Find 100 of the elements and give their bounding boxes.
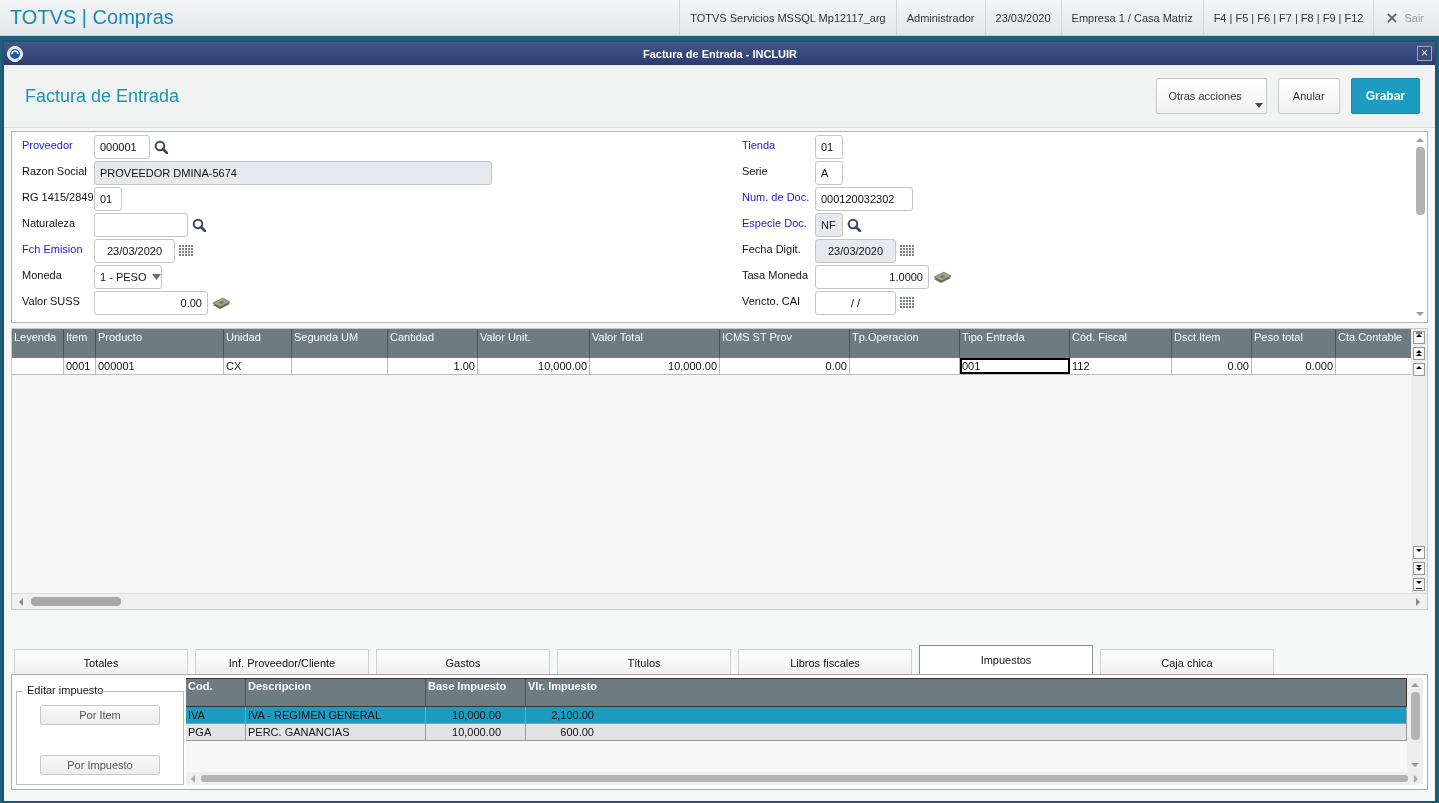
column-header[interactable]: Base Impuesto: [426, 679, 526, 706]
actions-menu-button[interactable]: Otras acciones: [1156, 78, 1267, 114]
tab[interactable]: Caja chica: [1100, 649, 1274, 674]
text-field[interactable]: 01: [94, 187, 122, 211]
scroll-thumb[interactable]: [1415, 147, 1425, 215]
field-label: Tasa Moneda: [742, 268, 810, 281]
left-arrow-icon[interactable]: [189, 773, 197, 784]
status-item: Administrador: [895, 0, 985, 35]
scroll-up-button[interactable]: [1413, 347, 1425, 360]
right-arrow-icon[interactable]: [1414, 596, 1422, 607]
column-header[interactable]: Vlr. Impuesto: [526, 679, 1406, 706]
tab[interactable]: Gastos: [376, 649, 550, 674]
table-cell: IVA: [186, 707, 246, 723]
field-label: Valor SUSS: [22, 294, 81, 307]
tab[interactable]: Impuestos: [919, 645, 1093, 674]
left-arrow-icon[interactable]: [17, 596, 25, 607]
table-row[interactable]: PGA PERC. GANANCIAS 10,000.00 600.00: [186, 724, 1407, 741]
tab[interactable]: Inf. Proveedor/Cliente: [195, 649, 369, 674]
money-icon[interactable]: [212, 296, 231, 310]
table-cell[interactable]: 0.00: [1172, 358, 1252, 374]
page-title: Factura de Entrada: [25, 85, 180, 107]
down-arrow-icon[interactable]: [1410, 761, 1420, 769]
date-field[interactable]: 23/03/2020: [94, 239, 175, 263]
tab[interactable]: Títulos: [557, 649, 731, 674]
scroll-up-button[interactable]: [1413, 363, 1425, 376]
tab[interactable]: Libros fiscales: [738, 649, 912, 674]
date-field[interactable]: / /: [815, 291, 896, 315]
money-icon[interactable]: [933, 270, 952, 284]
cancel-button[interactable]: Anular: [1277, 78, 1340, 114]
scrollbar[interactable]: [186, 772, 1423, 785]
lookup-field[interactable]: [94, 213, 188, 237]
field-label: Proveedor: [22, 138, 74, 151]
caret-icon: [152, 274, 162, 280]
search-icon[interactable]: [154, 140, 168, 154]
tab[interactable]: Totales: [14, 649, 188, 674]
table-cell[interactable]: 0001: [64, 358, 96, 374]
search-icon[interactable]: [847, 218, 861, 232]
close-button[interactable]: ×: [1417, 46, 1432, 61]
date-field[interactable]: 23/03/2020: [815, 239, 896, 263]
table-cell[interactable]: 10,000.00: [478, 358, 590, 374]
action-button[interactable]: Por Impuesto: [40, 755, 160, 775]
search-icon[interactable]: [192, 218, 206, 232]
calendar-icon[interactable]: [900, 296, 914, 309]
table-cell: PERC. GANANCIAS: [246, 724, 426, 740]
calendar-icon[interactable]: [900, 244, 914, 257]
table-cell[interactable]: 0.000: [1252, 358, 1336, 374]
right-arrow-icon[interactable]: [1412, 773, 1420, 784]
table-cell[interactable]: 0.00: [720, 358, 850, 374]
column-header[interactable]: Tipo Entrada: [960, 329, 1070, 358]
calendar-icon[interactable]: [179, 244, 193, 257]
field-label: Tienda: [742, 138, 777, 151]
field-label: RG 1415/2849: [22, 190, 94, 203]
table-cell: PGA: [186, 724, 246, 740]
table-cell[interactable]: 112: [1070, 358, 1172, 374]
lookup-field[interactable]: NF: [815, 213, 843, 237]
scroll-down-button[interactable]: [1413, 546, 1425, 559]
status-item: 23/03/2020: [984, 0, 1061, 35]
table-cell[interactable]: 000001: [96, 358, 224, 374]
scrollbar[interactable]: [12, 593, 1427, 609]
close-icon: [1387, 12, 1398, 23]
number-field[interactable]: 0.00: [94, 291, 208, 315]
table-cell: IVA - REGIMEN GENERAL: [246, 707, 426, 723]
text-field[interactable]: A: [815, 161, 843, 185]
field-label: Fecha Digit.: [742, 242, 802, 255]
table-cell[interactable]: 1.00: [388, 358, 478, 374]
text-field[interactable]: 01: [815, 135, 843, 159]
field-label: Fch Emision: [22, 242, 84, 255]
table-cell[interactable]: CX: [224, 358, 292, 374]
window-title: Factura de Entrada - INCLUIR: [642, 47, 798, 60]
down-arrow-icon[interactable]: [1415, 310, 1425, 318]
text-field[interactable]: 000120032302: [815, 187, 913, 211]
text-field[interactable]: PROVEEDOR DMINA-5674: [94, 161, 492, 185]
scroll-down-button[interactable]: [1413, 578, 1425, 591]
lookup-field[interactable]: 000001: [94, 135, 150, 159]
scrollbar[interactable]: [1407, 678, 1423, 772]
scroll-down-button[interactable]: [1413, 562, 1425, 575]
table-cell: 10,000.00: [426, 724, 526, 740]
column-header[interactable]: Cod.: [186, 679, 246, 706]
number-field[interactable]: 1.0000: [815, 265, 929, 289]
status-item: F4 | F5 | F6 | F7 | F8 | F9 | F12: [1202, 0, 1374, 35]
scroll-thumb[interactable]: [31, 597, 121, 606]
field-label: Naturaleza: [22, 216, 77, 229]
field-label: Vencto. CAI: [742, 294, 802, 307]
field-label: Especie Doc.: [742, 216, 808, 229]
action-button[interactable]: Por Item: [40, 705, 160, 725]
field-label: Moneda: [22, 268, 63, 281]
table-cell[interactable]: 10,000.00: [590, 358, 720, 374]
field-label: Serie: [742, 164, 769, 177]
scroll-thumb[interactable]: [1410, 692, 1420, 740]
column-header[interactable]: Descripcion: [246, 679, 426, 706]
field-label: Razon Social: [22, 164, 88, 177]
scroll-up-button[interactable]: [1413, 331, 1425, 344]
table-row[interactable]: IVA IVA - REGIMEN GENERAL 10,000.00 2,100.00: [186, 707, 1407, 724]
up-arrow-icon[interactable]: [1415, 136, 1425, 144]
table-cell: 10,000.00: [426, 707, 526, 723]
table-cell[interactable]: 001: [960, 358, 1070, 374]
scroll-thumb[interactable]: [201, 775, 1408, 782]
dropdown[interactable]: 1 - PESO: [94, 265, 162, 289]
caret-icon: [1254, 103, 1263, 108]
up-arrow-icon[interactable]: [1410, 681, 1420, 689]
